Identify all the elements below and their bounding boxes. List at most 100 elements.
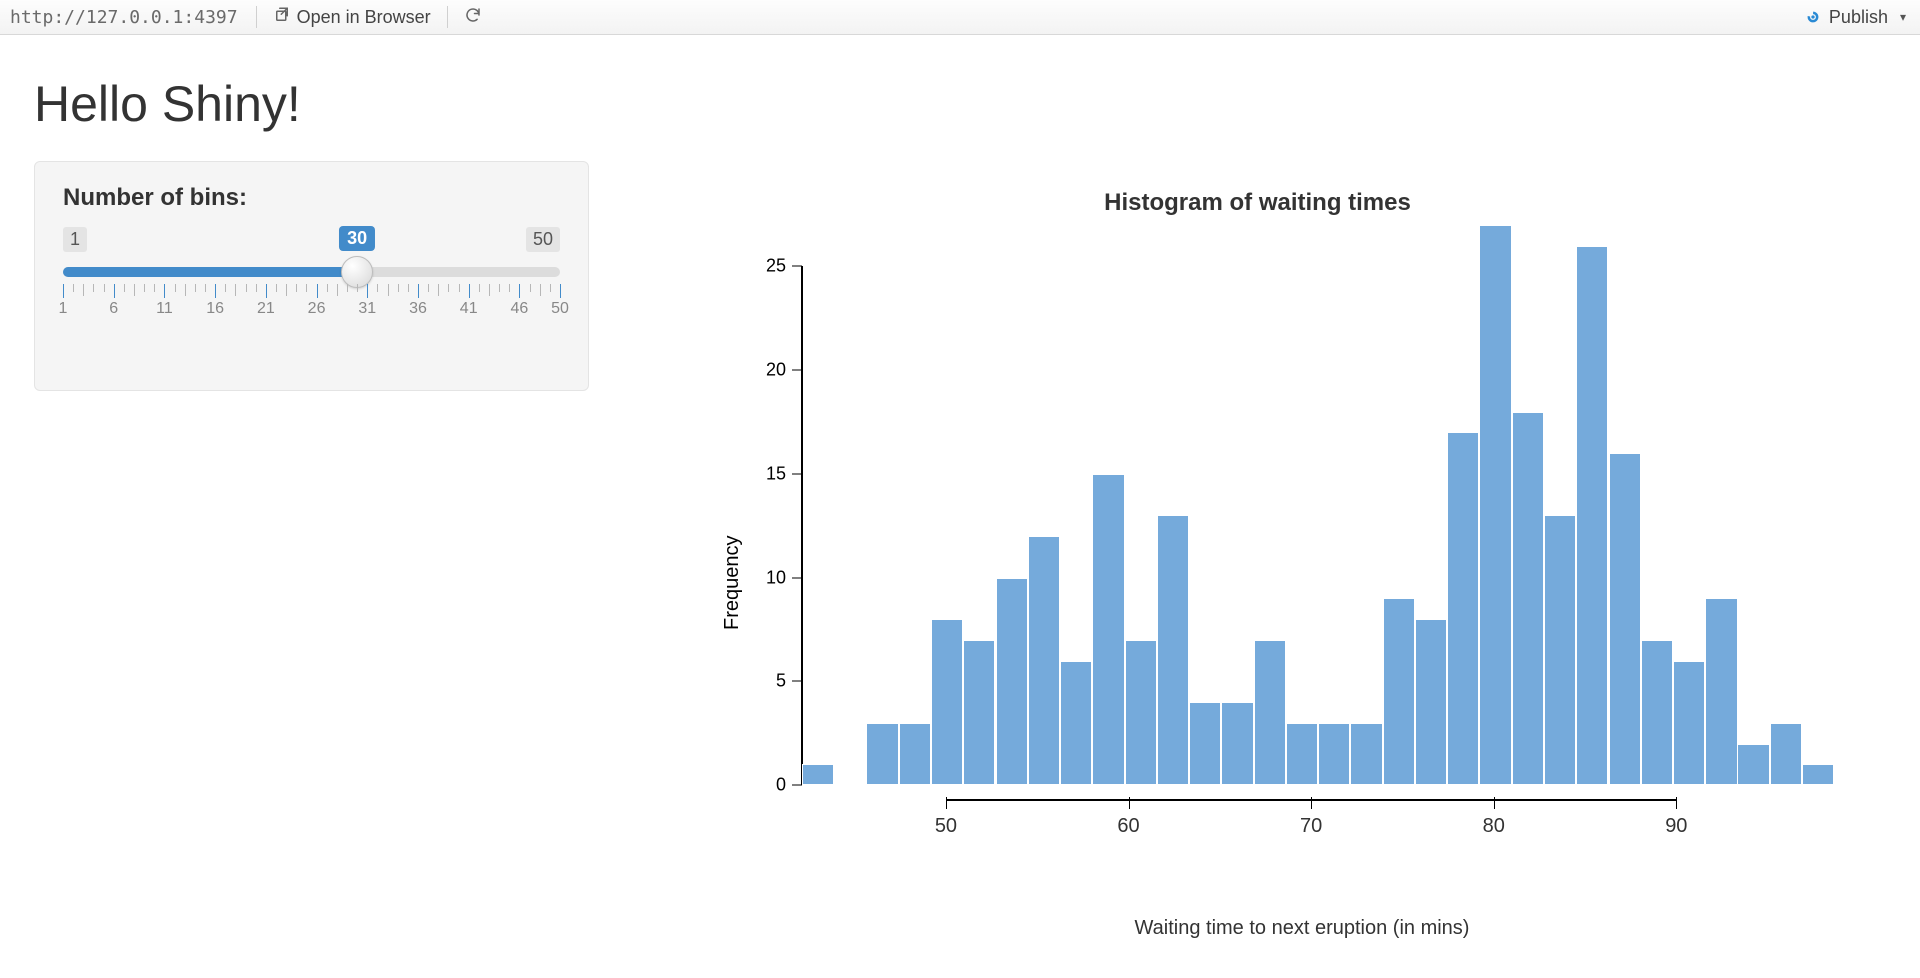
publish-icon (1803, 7, 1823, 27)
slider-tick-label: 1 (59, 300, 68, 318)
slider-tick-minor (530, 284, 531, 292)
histogram-bar (1060, 661, 1092, 785)
sidebar-panel: Number of bins: 1 30 50 1611162126313641… (34, 161, 589, 391)
x-tick (1311, 797, 1312, 809)
histogram-bar (802, 764, 834, 785)
histogram-bar (1221, 702, 1253, 785)
histogram-bar (1189, 702, 1221, 785)
slider-tick-label: 21 (257, 300, 275, 318)
x-tick-label: 50 (935, 815, 957, 838)
slider-tick-minor (276, 284, 277, 292)
slider-tick-minor (286, 284, 287, 296)
slider-tick-minor (377, 284, 378, 292)
slider-tick (164, 284, 165, 298)
slider-tick-label: 6 (109, 300, 118, 318)
y-tick: 15 (766, 463, 802, 484)
toolbar-divider (447, 6, 448, 28)
slider-tick-minor (296, 284, 297, 292)
slider-tick (560, 284, 561, 298)
toolbar-divider (256, 6, 257, 28)
slider-tick-minor (438, 284, 439, 296)
slider-track-fill (63, 267, 357, 277)
histogram-bar (1254, 640, 1286, 785)
slider-tick-minor (124, 284, 125, 292)
x-tick-label: 60 (1117, 815, 1139, 838)
histogram-bar (1770, 723, 1802, 785)
open-in-browser-label: Open in Browser (297, 7, 431, 28)
slider-tick (317, 284, 318, 298)
slider-tick-minor (388, 284, 389, 296)
slider-tick (114, 284, 115, 298)
slider-tick-label: 11 (156, 300, 173, 318)
address-bar[interactable]: http://127.0.0.1:4397 (6, 7, 248, 28)
histogram-bar (1447, 432, 1479, 785)
histogram-bar (1318, 723, 1350, 785)
slider-tick (215, 284, 216, 298)
slider-tick-label: 26 (308, 300, 326, 318)
slider-tick-minor (144, 284, 145, 292)
slider-ticks: 16111621263136414650 (63, 284, 560, 324)
histogram-bar (1286, 723, 1318, 785)
slider-tick-minor (398, 284, 399, 292)
slider-tick-minor (448, 284, 449, 292)
x-tick (1676, 797, 1677, 809)
slider-tick-minor (73, 284, 74, 292)
histogram-bar (1544, 515, 1576, 785)
x-tick-label: 80 (1483, 815, 1505, 838)
histogram-bar (1092, 474, 1124, 785)
slider-tick-label: 50 (551, 300, 569, 318)
slider-tick (266, 284, 267, 298)
histogram-bar (1479, 225, 1511, 785)
slider-tick-minor (550, 284, 551, 292)
open-in-browser-button[interactable]: Open in Browser (265, 4, 439, 31)
slider-tick-label: 16 (206, 300, 224, 318)
histogram-bar (1802, 764, 1834, 785)
slider-tick-minor (499, 284, 500, 292)
bins-slider[interactable] (63, 264, 560, 278)
histogram-bar (1350, 723, 1382, 785)
histogram-bar (1673, 661, 1705, 785)
histogram-bar (1737, 744, 1769, 785)
slider-tick-minor (83, 284, 84, 296)
histogram-bar (1609, 453, 1641, 785)
publish-button[interactable]: Publish ▾ (1795, 5, 1914, 30)
slider-tick-minor (205, 284, 206, 292)
slider-tick-minor (134, 284, 135, 296)
chart-y-label: Frequency (713, 225, 752, 940)
chart-x-label: Waiting time to next eruption (in mins) (802, 917, 1802, 940)
histogram-bar (1157, 515, 1189, 785)
slider-tick-minor (104, 284, 105, 292)
slider-tick (367, 284, 368, 298)
slider-tick-minor (195, 284, 196, 292)
slider-tick-label: 46 (511, 300, 529, 318)
x-tick (1494, 797, 1495, 809)
histogram-bar (899, 723, 931, 785)
slider-tick (469, 284, 470, 298)
histogram-bar (1705, 598, 1737, 785)
reload-button[interactable] (456, 4, 490, 31)
slider-tick-minor (489, 284, 490, 296)
slider-value-badge: 30 (339, 226, 375, 251)
slider-tick-minor (175, 284, 176, 292)
y-tick: 5 (776, 671, 802, 692)
histogram-bar (1125, 640, 1157, 785)
slider-tick-label: 41 (460, 300, 478, 318)
slider-tick (418, 284, 419, 298)
chart-title: Histogram of waiting times (629, 189, 1886, 217)
slider-tick-minor (93, 284, 94, 292)
slider-tick-minor (408, 284, 409, 292)
x-tick-label: 70 (1300, 815, 1322, 838)
slider-tick-minor (256, 284, 257, 292)
chart-y-axis: 0510152025 (752, 225, 802, 785)
slider-tick-label: 36 (409, 300, 427, 318)
slider-tick-label: 31 (358, 300, 376, 318)
histogram-bar (931, 619, 963, 785)
app-toolbar: http://127.0.0.1:4397 Open in Browser (0, 0, 1920, 35)
histogram-bar (1512, 412, 1544, 785)
y-tick: 0 (776, 775, 802, 796)
slider-label: Number of bins: (63, 184, 560, 212)
histogram-bar (866, 723, 898, 785)
slider-tick-minor (225, 284, 226, 292)
slider-tick-minor (509, 284, 510, 292)
slider-min: 1 (63, 227, 87, 252)
